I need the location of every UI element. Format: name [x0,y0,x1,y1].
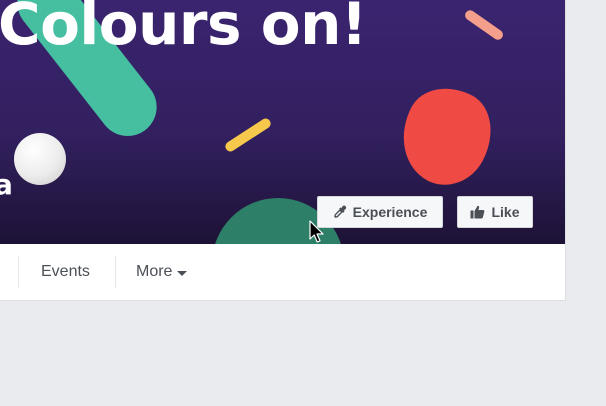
mouse-cursor-icon [309,220,325,249]
page-name-fragment[interactable]: a [0,168,13,201]
caret-down-icon [177,270,188,276]
tab-events[interactable]: Events [21,244,110,300]
cover-title: Colours on! [0,0,367,58]
thumbs-up-icon [470,205,485,219]
yellow-dash-shape [223,116,273,154]
like-label: Like [491,204,520,220]
tab-divider [18,256,19,288]
experience-label: Experience [352,204,428,220]
eyedropper-icon [333,205,347,219]
tab-more-label: More [136,263,173,280]
tab-more[interactable]: More [116,244,207,300]
white-ball-shape [14,133,66,185]
page-header-card: Colours on! a Experience Like E [0,0,566,301]
like-button[interactable]: Like [457,196,533,228]
tab-events-label: Events [41,263,90,280]
page-nav-tabs: Events More [0,244,565,300]
pink-dash-shape [463,8,505,42]
experience-button[interactable]: Experience [317,196,443,228]
red-blob-shape [384,72,508,200]
cover-photo[interactable]: Colours on! a Experience Like [0,0,565,244]
